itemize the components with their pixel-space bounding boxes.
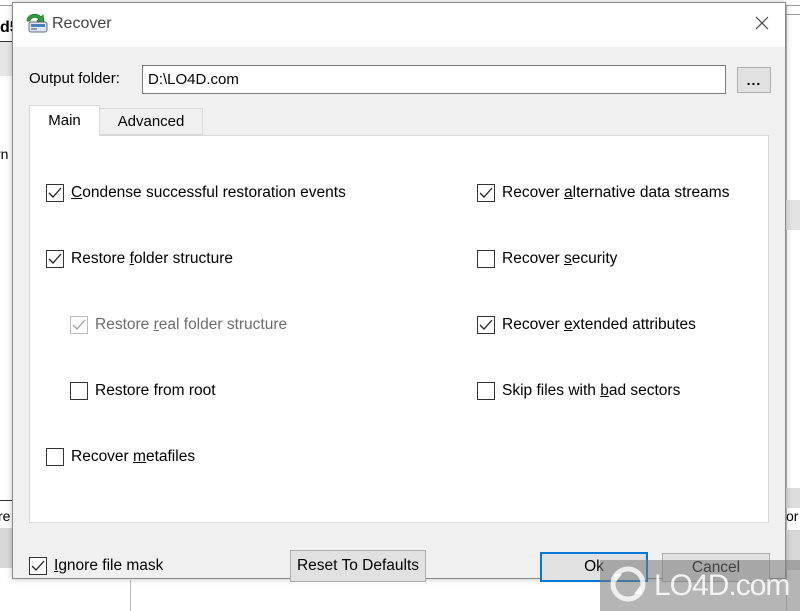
dialog-title: Recover — [52, 15, 112, 32]
checkbox-box[interactable] — [477, 250, 495, 268]
recover-drive-icon — [23, 11, 49, 35]
lo4d-logo-icon — [606, 564, 650, 608]
tab-advanced[interactable]: Advanced — [100, 108, 203, 135]
mnemonic-letter: f — [129, 250, 134, 267]
checkbox-box[interactable] — [70, 316, 88, 334]
mnemonic-letter: s — [564, 250, 572, 267]
background-text-fragment: re — [0, 508, 11, 524]
checkbox-label: Recover alternative data streams — [502, 184, 730, 201]
recover-dialog: Recover Output folder: ... Main Advanced… — [12, 2, 786, 582]
checkbox-recover-alternative-data-streams[interactable]: Recover alternative data streams — [477, 184, 729, 202]
background-text-fragment: rn — [0, 146, 9, 162]
checkbox-label: Recover extended attributes — [502, 316, 696, 333]
checkbox-label: Recover security — [502, 250, 618, 267]
checkbox-box[interactable] — [477, 184, 495, 202]
checkbox-label: Restore from root — [95, 382, 216, 399]
tab-main[interactable]: Main — [29, 105, 100, 136]
lo4d-watermark: LO4D.com — [600, 560, 800, 611]
output-folder-label: Output folder: — [29, 70, 120, 87]
mnemonic-letter: b — [600, 382, 609, 399]
mnemonic-letter: r — [153, 316, 159, 333]
checkbox-restore-real-folder-structure[interactable]: Restore real folder structure — [70, 316, 287, 334]
checkbox-label: Restore real folder structure — [95, 316, 288, 333]
watermark-text: LO4D.com — [654, 568, 790, 602]
close-icon — [755, 16, 769, 34]
title-bar[interactable]: Recover — [13, 3, 785, 47]
checkbox-label: Ignore file mask — [54, 557, 164, 574]
mnemonic-letter: I — [54, 557, 59, 574]
checkbox-box[interactable] — [70, 382, 88, 400]
checkbox-recover-metafiles[interactable]: Recover metafiles — [46, 448, 195, 466]
background-divider — [130, 580, 131, 611]
close-button[interactable] — [739, 7, 785, 43]
mnemonic-letter: a — [564, 184, 573, 201]
checkbox-recover-extended-attributes[interactable]: Recover extended attributes — [477, 316, 696, 334]
checkbox-label: Skip files with bad sectors — [502, 382, 681, 399]
checkbox-label: Restore folder structure — [71, 250, 233, 267]
browse-folder-button[interactable]: ... — [737, 67, 771, 93]
checkbox-label: Condense successful restoration events — [71, 184, 346, 201]
background-row-highlight — [0, 42, 12, 76]
background-row-highlight — [786, 488, 800, 508]
mnemonic-letter: e — [564, 316, 573, 333]
checkbox-skip-files-with-bad-sectors[interactable]: Skip files with bad sectors — [477, 382, 680, 400]
mnemonic-letter: C — [71, 184, 83, 201]
checkbox-ignore-file-mask[interactable]: Ignore file mask — [29, 557, 163, 575]
checkbox-restore-from-root[interactable]: Restore from root — [70, 382, 216, 400]
reset-to-defaults-button[interactable]: Reset To Defaults — [290, 550, 426, 582]
checkbox-box[interactable] — [46, 448, 64, 466]
checkbox-box[interactable] — [46, 250, 64, 268]
mnemonic-letter: m — [133, 448, 146, 465]
checkbox-condense-successful-restoration-events[interactable]: Condense successful restoration events — [46, 184, 346, 202]
checkbox-box[interactable] — [46, 184, 64, 202]
output-folder-input[interactable] — [142, 65, 726, 94]
background-text-fragment: or — [786, 508, 799, 524]
checkbox-label: Recover metafiles — [71, 448, 196, 465]
checkbox-box[interactable] — [29, 557, 47, 575]
checkbox-box[interactable] — [477, 316, 495, 334]
background-divider — [786, 14, 800, 15]
checkbox-box[interactable] — [477, 382, 495, 400]
background-divider — [0, 500, 12, 501]
checkbox-restore-folder-structure[interactable]: Restore folder structure — [46, 250, 233, 268]
background-header-fragment: d5 — [0, 14, 12, 42]
checkbox-recover-security[interactable]: Recover security — [477, 250, 617, 268]
background-row-highlight — [0, 528, 12, 568]
background-row-highlight — [786, 200, 800, 230]
